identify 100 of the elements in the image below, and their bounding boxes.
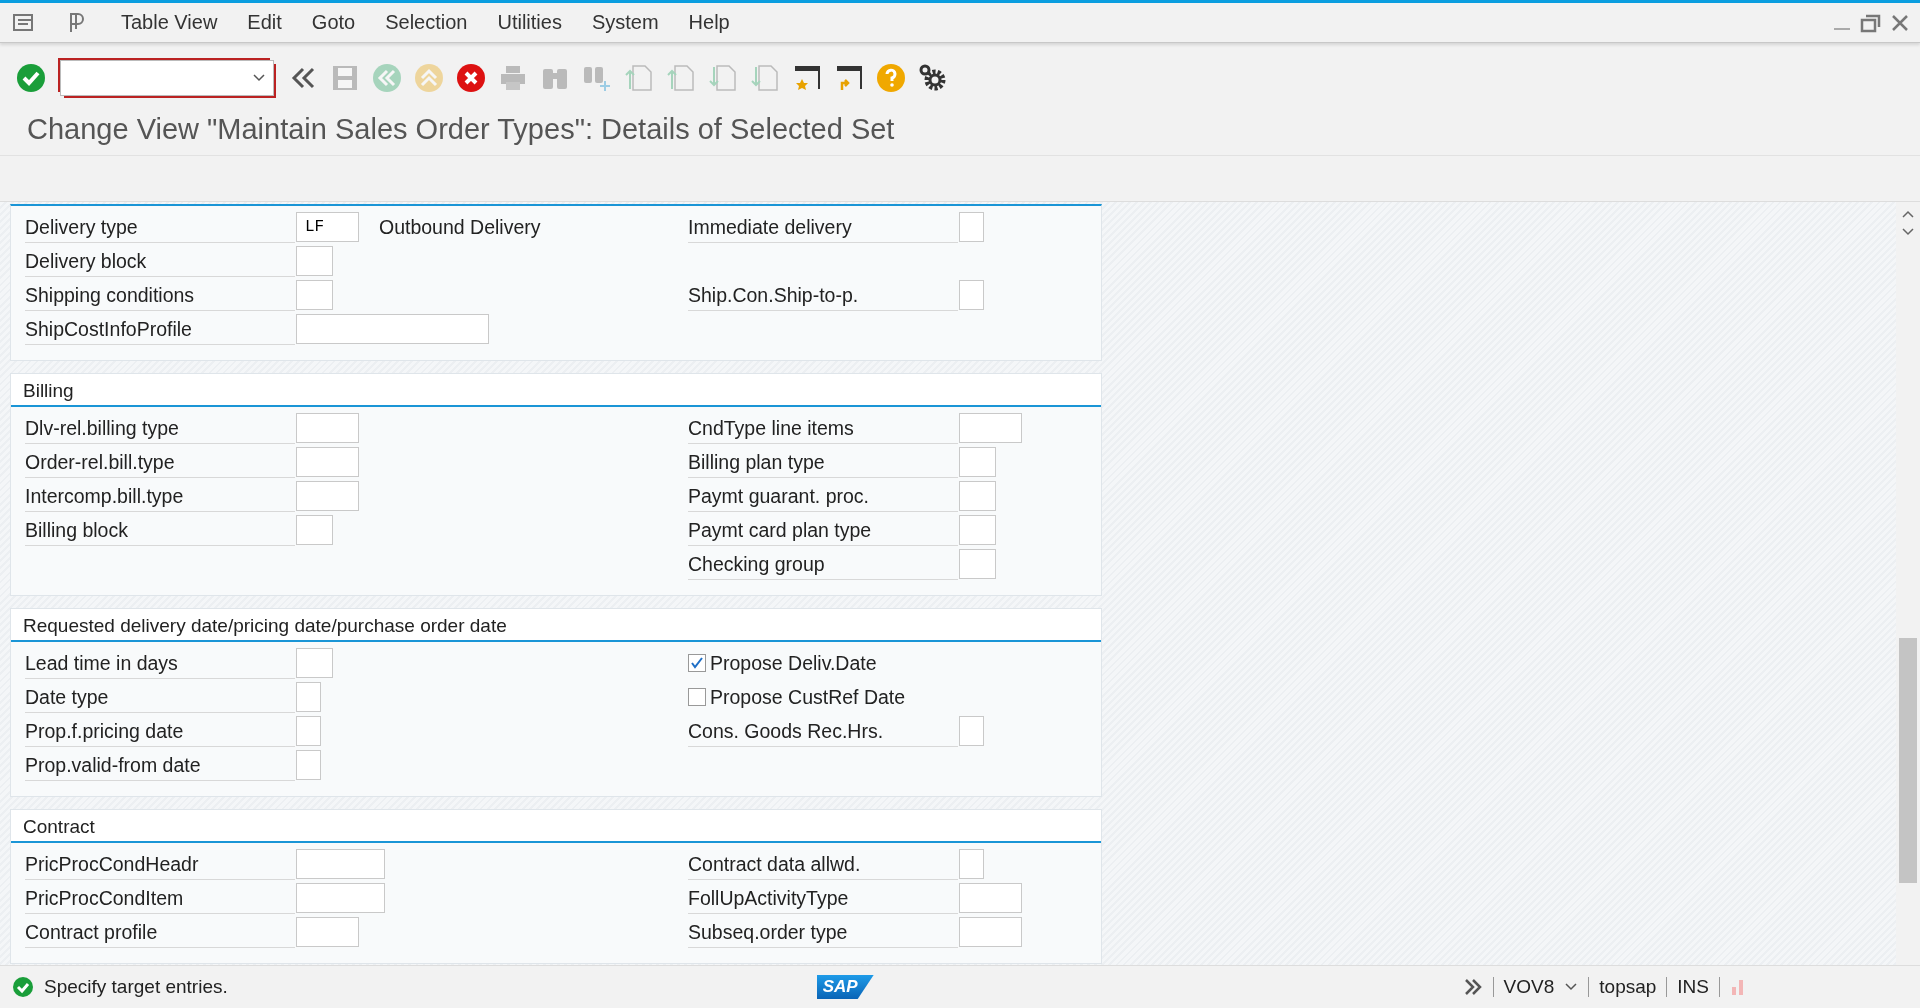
print-icon: [498, 63, 528, 93]
field-label: Cons. Goods Rec.Hrs.: [688, 715, 958, 747]
input-field[interactable]: [296, 413, 359, 443]
section-title: Contract: [11, 810, 1101, 843]
input-field[interactable]: [959, 883, 1022, 913]
restore-icon[interactable]: [1860, 12, 1882, 33]
menu-icon[interactable]: [12, 11, 36, 34]
input-field[interactable]: [296, 246, 333, 276]
field-label: Date type: [25, 681, 295, 713]
dropdown-icon[interactable]: [1564, 982, 1579, 992]
field-label: ShipCostInfoProfile: [25, 313, 295, 345]
input-field[interactable]: [959, 549, 996, 579]
field-label: Dlv-rel.billing type: [25, 412, 295, 444]
field-label: Immediate delivery: [688, 211, 958, 243]
input-field[interactable]: [296, 849, 385, 879]
field-label: Contract profile: [25, 916, 295, 948]
command-field[interactable]: [60, 60, 274, 96]
input-field[interactable]: [296, 280, 333, 310]
field-label: Contract data allwd.: [688, 848, 958, 880]
menu-item[interactable]: System: [576, 11, 674, 34]
input-field[interactable]: [959, 716, 984, 746]
checkbox-option[interactable]: Propose Deliv.Date: [688, 651, 877, 675]
input-field[interactable]: [296, 716, 321, 746]
window-star-icon: [792, 63, 822, 93]
input-field[interactable]: LF: [296, 212, 359, 242]
input-field[interactable]: [296, 481, 359, 511]
input-field[interactable]: [959, 515, 996, 545]
page-down-icon: [708, 63, 738, 93]
field-label: Delivery type: [25, 211, 295, 243]
settings-icon: [918, 63, 948, 93]
help-icon: [876, 63, 906, 93]
enter-button[interactable]: [14, 61, 48, 95]
scroll-arrows-icon[interactable]: [1901, 208, 1915, 238]
input-field[interactable]: [959, 481, 996, 511]
field-label: Shipping conditions: [25, 279, 295, 311]
page-down-icon: [750, 63, 780, 93]
input-field[interactable]: [959, 280, 984, 310]
input-field[interactable]: [959, 413, 1022, 443]
checkbox[interactable]: [688, 654, 706, 672]
input-field[interactable]: [959, 849, 984, 879]
window-arrow-icon: [834, 63, 864, 93]
field-label: Checking group: [688, 548, 958, 580]
checkbox-option[interactable]: Propose CustRef Date: [688, 685, 906, 709]
field-label: Delivery block: [25, 245, 295, 277]
input-field[interactable]: [296, 682, 321, 712]
menu-item[interactable]: Edit: [232, 11, 297, 34]
field-label: Ship.Con.Ship-to-p.: [688, 279, 958, 311]
close-icon[interactable]: [1890, 12, 1910, 33]
field-label: Billing block: [25, 514, 295, 546]
user-name: topsap: [1599, 976, 1657, 998]
section-title: Requested delivery date/pricing date/purchase order date: [11, 609, 1101, 642]
field-description: Outbound Delivery: [379, 215, 541, 239]
success-icon: [12, 976, 34, 998]
checkbox[interactable]: [688, 688, 706, 706]
section-title: Billing: [11, 374, 1101, 407]
cancel-button[interactable]: [454, 61, 488, 95]
system-name: VOV8: [1503, 976, 1555, 998]
input-field[interactable]: [296, 917, 359, 947]
menu-item[interactable]: Table View: [106, 11, 233, 34]
double-chevron-icon[interactable]: [1462, 977, 1483, 997]
input-field[interactable]: [296, 515, 333, 545]
page-up-icon: [624, 63, 654, 93]
page-up-icon: [666, 63, 696, 93]
field-label: Order-rel.bill.type: [25, 446, 295, 478]
input-field[interactable]: [296, 447, 359, 477]
field-label: PricProcCondItem: [25, 882, 295, 914]
field-label: Lead time in days: [25, 647, 295, 679]
field-label: Paymt guarant. proc.: [688, 480, 958, 512]
input-field[interactable]: [296, 883, 385, 913]
input-field[interactable]: [296, 314, 489, 344]
field-label: Prop.valid-from date: [25, 749, 295, 781]
menu-item[interactable]: Goto: [296, 11, 371, 34]
menu-item[interactable]: Selection: [370, 11, 483, 34]
status-message: Specify target entries.: [44, 976, 228, 998]
scroll-thumb[interactable]: [1899, 638, 1917, 883]
field-label: Intercomp.bill.type: [25, 480, 295, 512]
input-field[interactable]: [296, 750, 321, 780]
field-label: Paymt card plan type: [688, 514, 958, 546]
up-chevron-icon: [414, 63, 444, 93]
check-icon: [16, 63, 46, 93]
field-label: Subseq.order type: [688, 916, 958, 948]
sap-logo: SAP: [816, 975, 874, 999]
dropdown-icon[interactable]: [252, 73, 266, 83]
screen-title: Change View "Maintain Sales Order Types": Details of Selected Set: [0, 107, 1920, 156]
field-label: CndType line items: [688, 412, 958, 444]
input-field[interactable]: [959, 447, 996, 477]
scrollbar[interactable]: [1896, 202, 1920, 965]
field-label: PricProcCondHeadr: [25, 848, 295, 880]
field-label: Prop.f.pricing date: [25, 715, 295, 747]
back-icon: [372, 63, 402, 93]
save-icon: [330, 63, 360, 93]
input-field[interactable]: [959, 212, 984, 242]
field-label: Billing plan type: [688, 446, 958, 478]
help-button[interactable]: [874, 61, 908, 95]
input-field[interactable]: [296, 648, 333, 678]
menu-item[interactable]: Help: [673, 11, 745, 34]
menu-item[interactable]: Utilities: [482, 11, 577, 34]
input-field[interactable]: [959, 917, 1022, 947]
input-mode: INS: [1677, 976, 1709, 998]
cancel-icon: [456, 63, 486, 93]
